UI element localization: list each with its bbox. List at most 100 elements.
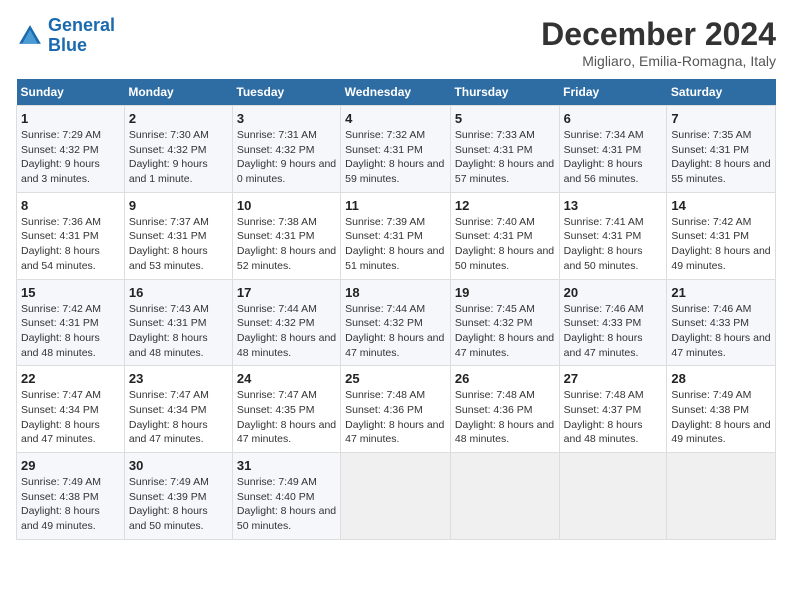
day-number: 21 bbox=[671, 285, 771, 300]
calendar-cell: 9Sunrise: 7:37 AMSunset: 4:31 PMDaylight… bbox=[124, 192, 232, 279]
day-number: 25 bbox=[345, 371, 446, 386]
day-number: 18 bbox=[345, 285, 446, 300]
col-header-sunday: Sunday bbox=[17, 79, 125, 106]
cell-content: Sunrise: 7:48 AMSunset: 4:37 PMDaylight:… bbox=[564, 389, 644, 445]
cell-content: Sunrise: 7:48 AMSunset: 4:36 PMDaylight:… bbox=[455, 389, 554, 445]
cell-content: Sunrise: 7:35 AMSunset: 4:31 PMDaylight:… bbox=[671, 129, 770, 185]
calendar-cell: 5Sunrise: 7:33 AMSunset: 4:31 PMDaylight… bbox=[450, 106, 559, 193]
cell-content: Sunrise: 7:46 AMSunset: 4:33 PMDaylight:… bbox=[671, 303, 770, 359]
logo-icon bbox=[16, 22, 44, 50]
calendar-cell: 27Sunrise: 7:48 AMSunset: 4:37 PMDayligh… bbox=[559, 366, 667, 453]
page-header: General Blue December 2024 Migliaro, Emi… bbox=[16, 16, 776, 69]
cell-content: Sunrise: 7:34 AMSunset: 4:31 PMDaylight:… bbox=[564, 129, 644, 185]
cell-content: Sunrise: 7:32 AMSunset: 4:31 PMDaylight:… bbox=[345, 129, 444, 185]
col-header-friday: Friday bbox=[559, 79, 667, 106]
day-number: 4 bbox=[345, 111, 446, 126]
cell-content: Sunrise: 7:37 AMSunset: 4:31 PMDaylight:… bbox=[129, 216, 209, 272]
day-number: 15 bbox=[21, 285, 120, 300]
cell-content: Sunrise: 7:46 AMSunset: 4:33 PMDaylight:… bbox=[564, 303, 644, 359]
day-number: 16 bbox=[129, 285, 228, 300]
calendar-cell: 13 Sunrise: 7:41 AMSunset: 4:31 PMDayligh… bbox=[559, 192, 667, 279]
day-number: 14 bbox=[671, 198, 771, 213]
day-number: 24 bbox=[237, 371, 336, 386]
col-header-wednesday: Wednesday bbox=[341, 79, 451, 106]
day-number: 8 bbox=[21, 198, 120, 213]
calendar-cell: 19 Sunrise: 7:45 AMSunset: 4:32 PMDayligh… bbox=[450, 279, 559, 366]
week-row-1: 1 Sunrise: 7:29 AMSunset: 4:32 PMDaylight… bbox=[17, 106, 776, 193]
calendar-cell: 12 Sunrise: 7:40 AMSunset: 4:31 PMDayligh… bbox=[450, 192, 559, 279]
day-number: 5 bbox=[455, 111, 555, 126]
calendar-cell: 24 Sunrise: 7:47 AMSunset: 4:35 PMDayligh… bbox=[232, 366, 340, 453]
calendar-cell: 6Sunrise: 7:34 AMSunset: 4:31 PMDaylight… bbox=[559, 106, 667, 193]
calendar-cell: 29Sunrise: 7:49 AMSunset: 4:38 PMDayligh… bbox=[17, 453, 125, 540]
calendar-cell: 11Sunrise: 7:39 AMSunset: 4:31 PMDayligh… bbox=[341, 192, 451, 279]
calendar-cell: 8 Sunrise: 7:36 AMSunset: 4:31 PMDaylight… bbox=[17, 192, 125, 279]
cell-content: Sunrise: 7:47 AMSunset: 4:34 PMDaylight:… bbox=[21, 389, 101, 445]
day-number: 3 bbox=[237, 111, 336, 126]
cell-content: Sunrise: 7:42 AMSunset: 4:31 PMDaylight:… bbox=[21, 303, 101, 359]
cell-content: Sunrise: 7:43 AMSunset: 4:31 PMDaylight:… bbox=[129, 303, 209, 359]
day-number: 22 bbox=[21, 371, 120, 386]
cell-content: Sunrise: 7:39 AMSunset: 4:31 PMDaylight:… bbox=[345, 216, 444, 272]
week-row-5: 29Sunrise: 7:49 AMSunset: 4:38 PMDayligh… bbox=[17, 453, 776, 540]
cell-content: Sunrise: 7:48 AMSunset: 4:36 PMDaylight:… bbox=[345, 389, 444, 445]
cell-content: Sunrise: 7:47 AMSunset: 4:35 PMDaylight:… bbox=[237, 389, 336, 445]
calendar-cell: 14Sunrise: 7:42 AMSunset: 4:31 PMDayligh… bbox=[667, 192, 776, 279]
calendar-cell: 17 Sunrise: 7:44 AMSunset: 4:32 PMDayligh… bbox=[232, 279, 340, 366]
calendar-cell: 15 Sunrise: 7:42 AMSunset: 4:31 PMDayligh… bbox=[17, 279, 125, 366]
calendar-cell: 22 Sunrise: 7:47 AMSunset: 4:34 PMDayligh… bbox=[17, 366, 125, 453]
day-number: 7 bbox=[671, 111, 771, 126]
cell-content: Sunrise: 7:41 AMSunset: 4:31 PMDaylight:… bbox=[564, 216, 644, 272]
day-number: 12 bbox=[455, 198, 555, 213]
week-row-4: 22 Sunrise: 7:47 AMSunset: 4:34 PMDayligh… bbox=[17, 366, 776, 453]
location-subtitle: Migliaro, Emilia-Romagna, Italy bbox=[541, 53, 776, 69]
calendar-cell: 28 Sunrise: 7:49 AMSunset: 4:38 PMDayligh… bbox=[667, 366, 776, 453]
col-header-saturday: Saturday bbox=[667, 79, 776, 106]
cell-content: Sunrise: 7:36 AMSunset: 4:31 PMDaylight:… bbox=[21, 216, 101, 272]
week-row-3: 15 Sunrise: 7:42 AMSunset: 4:31 PMDayligh… bbox=[17, 279, 776, 366]
day-number: 26 bbox=[455, 371, 555, 386]
day-number: 1 bbox=[21, 111, 120, 126]
header-row: SundayMondayTuesdayWednesdayThursdayFrid… bbox=[17, 79, 776, 106]
cell-content: Sunrise: 7:44 AMSunset: 4:32 PMDaylight:… bbox=[237, 303, 336, 359]
calendar-cell: 2 Sunrise: 7:30 AMSunset: 4:32 PMDaylight… bbox=[124, 106, 232, 193]
calendar-cell bbox=[667, 453, 776, 540]
month-title: December 2024 bbox=[541, 16, 776, 53]
cell-content: Sunrise: 7:49 AMSunset: 4:38 PMDaylight:… bbox=[21, 476, 101, 532]
calendar-cell: 16 Sunrise: 7:43 AMSunset: 4:31 PMDayligh… bbox=[124, 279, 232, 366]
day-number: 28 bbox=[671, 371, 771, 386]
calendar-cell: 20 Sunrise: 7:46 AMSunset: 4:33 PMDayligh… bbox=[559, 279, 667, 366]
calendar-cell: 26 Sunrise: 7:48 AMSunset: 4:36 PMDayligh… bbox=[450, 366, 559, 453]
calendar-cell bbox=[559, 453, 667, 540]
cell-content: Sunrise: 7:49 AMSunset: 4:38 PMDaylight:… bbox=[671, 389, 770, 445]
day-number: 2 bbox=[129, 111, 228, 126]
calendar-table: SundayMondayTuesdayWednesdayThursdayFrid… bbox=[16, 79, 776, 540]
title-block: December 2024 Migliaro, Emilia-Romagna, … bbox=[541, 16, 776, 69]
col-header-thursday: Thursday bbox=[450, 79, 559, 106]
col-header-tuesday: Tuesday bbox=[232, 79, 340, 106]
cell-content: Sunrise: 7:45 AMSunset: 4:32 PMDaylight:… bbox=[455, 303, 554, 359]
cell-content: Sunrise: 7:30 AMSunset: 4:32 PMDaylight:… bbox=[129, 129, 209, 185]
cell-content: Sunrise: 7:40 AMSunset: 4:31 PMDaylight:… bbox=[455, 216, 554, 272]
cell-content: Sunrise: 7:49 AMSunset: 4:39 PMDaylight:… bbox=[129, 476, 209, 532]
day-number: 17 bbox=[237, 285, 336, 300]
day-number: 20 bbox=[564, 285, 663, 300]
cell-content: Sunrise: 7:29 AMSunset: 4:32 PMDaylight:… bbox=[21, 129, 101, 185]
calendar-cell: 1 Sunrise: 7:29 AMSunset: 4:32 PMDaylight… bbox=[17, 106, 125, 193]
col-header-monday: Monday bbox=[124, 79, 232, 106]
calendar-cell: 3 Sunrise: 7:31 AMSunset: 4:32 PMDaylight… bbox=[232, 106, 340, 193]
calendar-cell bbox=[450, 453, 559, 540]
calendar-cell: 21 Sunrise: 7:46 AMSunset: 4:33 PMDayligh… bbox=[667, 279, 776, 366]
day-number: 13 bbox=[564, 198, 663, 213]
calendar-cell: 4 Sunrise: 7:32 AMSunset: 4:31 PMDaylight… bbox=[341, 106, 451, 193]
week-row-2: 8 Sunrise: 7:36 AMSunset: 4:31 PMDaylight… bbox=[17, 192, 776, 279]
day-number: 23 bbox=[129, 371, 228, 386]
cell-content: Sunrise: 7:31 AMSunset: 4:32 PMDaylight:… bbox=[237, 129, 336, 185]
cell-content: Sunrise: 7:49 AMSunset: 4:40 PMDaylight:… bbox=[237, 476, 336, 532]
cell-content: Sunrise: 7:38 AMSunset: 4:31 PMDaylight:… bbox=[237, 216, 336, 272]
day-number: 19 bbox=[455, 285, 555, 300]
cell-content: Sunrise: 7:44 AMSunset: 4:32 PMDaylight:… bbox=[345, 303, 444, 359]
cell-content: Sunrise: 7:47 AMSunset: 4:34 PMDaylight:… bbox=[129, 389, 209, 445]
day-number: 10 bbox=[237, 198, 336, 213]
calendar-cell bbox=[341, 453, 451, 540]
